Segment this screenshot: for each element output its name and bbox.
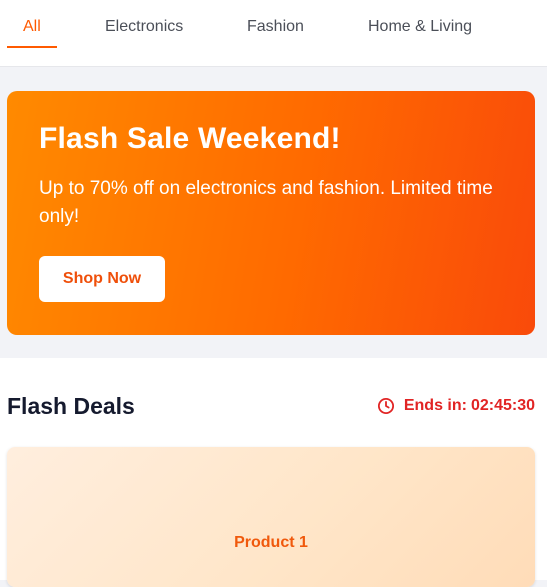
- active-tab-indicator: [7, 46, 57, 48]
- tab-home-living[interactable]: Home & Living: [368, 18, 472, 50]
- promo-banner: Flash Sale Weekend! Up to 70% off on ele…: [7, 91, 535, 335]
- tab-electronics[interactable]: Electronics: [105, 18, 183, 50]
- product-card[interactable]: Product 1: [7, 447, 535, 587]
- tab-fashion[interactable]: Fashion: [247, 18, 304, 50]
- clock-icon: [377, 397, 394, 415]
- shop-now-button[interactable]: Shop Now: [39, 256, 165, 302]
- category-tabs: All Electronics Fashion Home & Living: [0, 0, 547, 67]
- timer-value: 02:45:30: [470, 397, 535, 414]
- countdown-timer: Ends in: 02:45:30: [377, 397, 535, 415]
- banner-title: Flash Sale Weekend!: [39, 122, 341, 155]
- product-name: Product 1: [234, 534, 308, 551]
- banner-description: Up to 70% off on electronics and fashion…: [39, 178, 493, 227]
- timer-label: Ends in:: [403, 397, 467, 414]
- flash-deals-section: Flash Deals Ends in: 02:45:30 Product 1: [0, 358, 547, 587]
- section-title: Flash Deals: [7, 393, 135, 419]
